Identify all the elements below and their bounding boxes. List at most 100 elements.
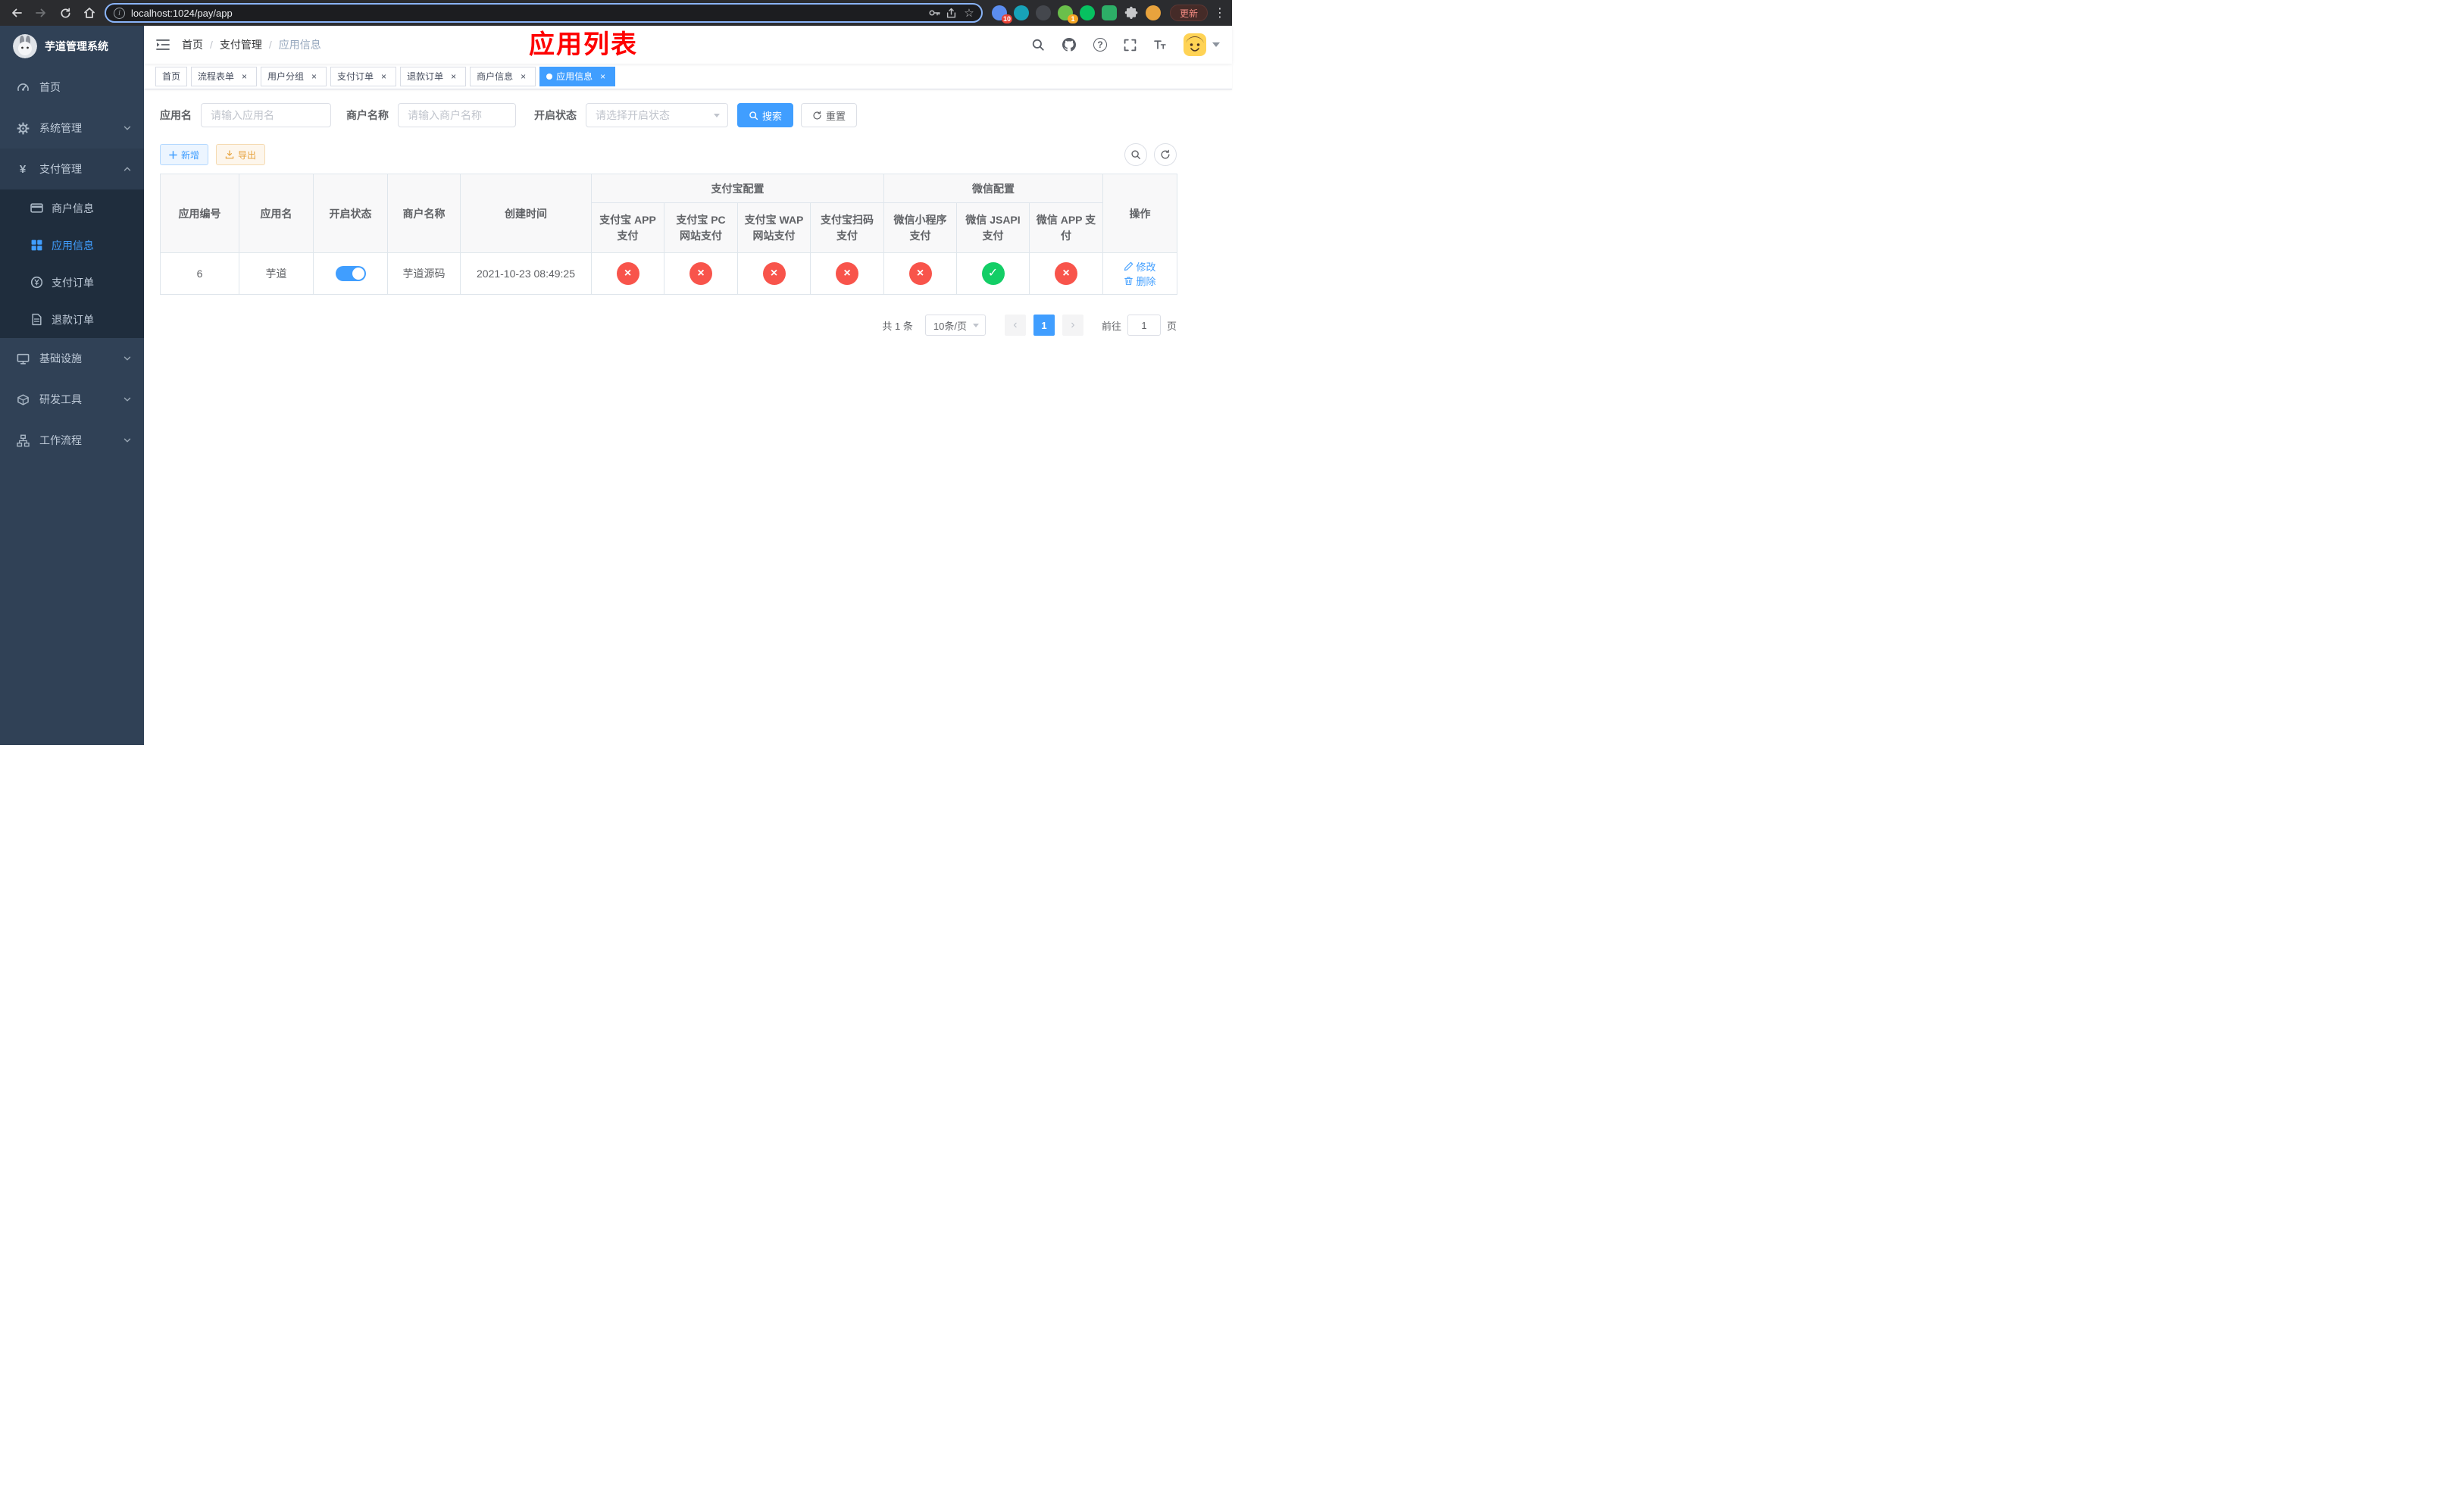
share-icon[interactable] bbox=[944, 5, 959, 20]
tab-label: 商户信息 bbox=[477, 71, 514, 82]
channel-enabled-icon: ✓ bbox=[981, 262, 1005, 285]
page-size-select[interactable]: 10条/页 bbox=[924, 315, 986, 336]
browser-toolbar: i localhost:1024/pay/app ☆ 10 1 更新 ⋮ bbox=[0, 0, 1232, 26]
sidebar-item-infra[interactable]: 基础设施 bbox=[0, 338, 144, 379]
hamburger-icon[interactable] bbox=[144, 38, 182, 52]
extensions-puzzle-icon[interactable] bbox=[1124, 5, 1139, 20]
next-page-button[interactable]: › bbox=[1062, 315, 1083, 336]
extension-avatar-green-icon[interactable]: 1 bbox=[1057, 5, 1078, 23]
wechat-group-header: 微信配置 bbox=[883, 174, 1103, 203]
address-bar[interactable]: i localhost:1024/pay/app ☆ bbox=[105, 3, 983, 23]
search-icon[interactable] bbox=[1031, 38, 1045, 52]
edit-button[interactable]: 修改 bbox=[1124, 259, 1156, 274]
chevron-down-icon[interactable] bbox=[1212, 42, 1220, 47]
sidebar-item-devtools[interactable]: 研发工具 bbox=[0, 379, 144, 420]
tabs-bar: 首页 流程表单 × 用户分组 × 支付订单 × 退款订单 × 商户信息 × 应用信息 × bbox=[144, 64, 1232, 89]
channel-disabled-icon: × bbox=[689, 262, 712, 285]
sidebar-item-payment[interactable]: ¥ 支付管理 bbox=[0, 149, 144, 189]
export-button[interactable]: 导出 bbox=[216, 144, 266, 165]
breadcrumb-item[interactable]: 首页 bbox=[182, 37, 203, 52]
breadcrumb-item[interactable]: 支付管理 bbox=[220, 37, 262, 52]
status-switch[interactable] bbox=[335, 266, 366, 281]
github-icon[interactable] bbox=[1062, 37, 1077, 52]
sidebar-subitem-app-info[interactable]: 应用信息 bbox=[0, 227, 144, 264]
back-icon[interactable] bbox=[8, 4, 26, 22]
close-icon[interactable]: × bbox=[597, 70, 608, 82]
bookmark-star-icon[interactable]: ☆ bbox=[962, 5, 977, 20]
delete-button[interactable]: 删除 bbox=[1124, 274, 1156, 288]
search-button-label: 搜索 bbox=[762, 110, 783, 122]
tab-pay-order[interactable]: 支付订单 × bbox=[330, 66, 397, 86]
cell-channel: × bbox=[664, 252, 738, 295]
filter-label-app-name: 应用名 bbox=[160, 109, 192, 121]
close-icon[interactable]: × bbox=[378, 70, 389, 82]
reset-button[interactable]: 重置 bbox=[801, 103, 858, 127]
extension-chat-square-icon[interactable] bbox=[1101, 5, 1117, 20]
search-button[interactable]: 搜索 bbox=[737, 103, 794, 127]
font-size-icon[interactable] bbox=[1153, 38, 1167, 52]
tab-home[interactable]: 首页 bbox=[155, 66, 188, 86]
chevron-down-icon bbox=[123, 124, 132, 133]
close-icon[interactable]: × bbox=[518, 70, 529, 82]
tab-merchant-info[interactable]: 商户信息 × bbox=[470, 66, 536, 86]
channel-column-header: 微信小程序支付 bbox=[883, 202, 957, 253]
home-icon[interactable] bbox=[80, 4, 98, 22]
column-header: 应用编号 bbox=[160, 174, 239, 253]
profile-avatar-icon[interactable] bbox=[1145, 5, 1161, 20]
fullscreen-icon[interactable] bbox=[1124, 39, 1137, 52]
close-icon[interactable]: × bbox=[448, 70, 459, 82]
password-key-icon[interactable] bbox=[927, 5, 942, 20]
site-info-icon[interactable]: i bbox=[114, 7, 125, 19]
tab-refund-order[interactable]: 退款订单 × bbox=[400, 66, 467, 86]
goto-page-input[interactable] bbox=[1127, 315, 1161, 336]
grid-icon bbox=[29, 239, 44, 252]
browser-update-button[interactable]: 更新 bbox=[1169, 5, 1208, 21]
workflow-icon bbox=[15, 434, 30, 447]
extension-dark-icon[interactable] bbox=[1035, 5, 1051, 20]
prev-page-button[interactable]: ‹ bbox=[1004, 315, 1026, 336]
chevron-down-icon bbox=[123, 395, 132, 404]
apps-table: 应用编号 应用名 开启状态 商户名称 创建时间 支付宝配置 微信配置 操作 支付宝 APP 支… bbox=[160, 174, 1177, 295]
forward-icon[interactable] bbox=[32, 4, 50, 22]
sidebar-subitem-label: 支付订单 bbox=[52, 276, 94, 289]
toolbox-icon bbox=[15, 393, 30, 406]
toggle-search-button[interactable] bbox=[1124, 143, 1147, 166]
refresh-table-button[interactable] bbox=[1154, 143, 1177, 166]
sidebar-subitem-pay-order[interactable]: 支付订单 bbox=[0, 264, 144, 301]
close-icon[interactable]: × bbox=[308, 70, 320, 82]
add-button-label: 新增 bbox=[181, 149, 200, 161]
extension-grid-icon[interactable]: 10 bbox=[991, 5, 1012, 23]
filter-label-status: 开启状态 bbox=[534, 109, 577, 121]
sidebar-item-home[interactable]: 首页 bbox=[0, 67, 144, 108]
sidebar-subitem-merchant-info[interactable]: 商户信息 bbox=[0, 189, 144, 227]
help-icon[interactable]: ? bbox=[1093, 38, 1107, 52]
sidebar-item-label: 基础设施 bbox=[39, 352, 82, 365]
reset-button-label: 重置 bbox=[826, 110, 846, 122]
channel-disabled-icon: × bbox=[836, 262, 858, 285]
extension-teal-icon[interactable] bbox=[1013, 5, 1029, 20]
app-name-input[interactable] bbox=[201, 103, 331, 127]
merchant-name-input[interactable] bbox=[398, 103, 516, 127]
sidebar-item-workflow[interactable]: 工作流程 bbox=[0, 420, 144, 461]
channel-column-header: 支付宝扫码支付 bbox=[810, 202, 884, 253]
reload-icon[interactable] bbox=[56, 4, 74, 22]
cell-channel: × bbox=[591, 252, 664, 295]
page-number-button[interactable]: 1 bbox=[1033, 315, 1055, 336]
sidebar-item-label: 支付管理 bbox=[39, 163, 82, 175]
add-button[interactable]: 新增 bbox=[160, 144, 209, 165]
goto-label: 前往 bbox=[1101, 320, 1121, 332]
close-icon[interactable]: × bbox=[239, 70, 250, 82]
browser-menu-icon[interactable]: ⋮ bbox=[1214, 5, 1226, 20]
sidebar-subitem-refund-order[interactable]: 退款订单 bbox=[0, 301, 144, 338]
edit-button-label: 修改 bbox=[1136, 261, 1156, 273]
dashboard-icon bbox=[15, 81, 30, 94]
tab-user-group[interactable]: 用户分组 × bbox=[261, 66, 327, 86]
extensions-area: 10 1 bbox=[989, 5, 1164, 23]
user-avatar[interactable] bbox=[1184, 33, 1206, 56]
tab-app-info[interactable]: 应用信息 × bbox=[539, 66, 616, 86]
tab-flow-form[interactable]: 流程表单 × bbox=[191, 66, 258, 86]
status-select[interactable]: 请选择开启状态 bbox=[586, 103, 728, 127]
extension-wechat-icon[interactable] bbox=[1079, 5, 1095, 20]
sidebar-item-system[interactable]: 系统管理 bbox=[0, 108, 144, 149]
sidebar-subitem-label: 商户信息 bbox=[52, 202, 94, 214]
